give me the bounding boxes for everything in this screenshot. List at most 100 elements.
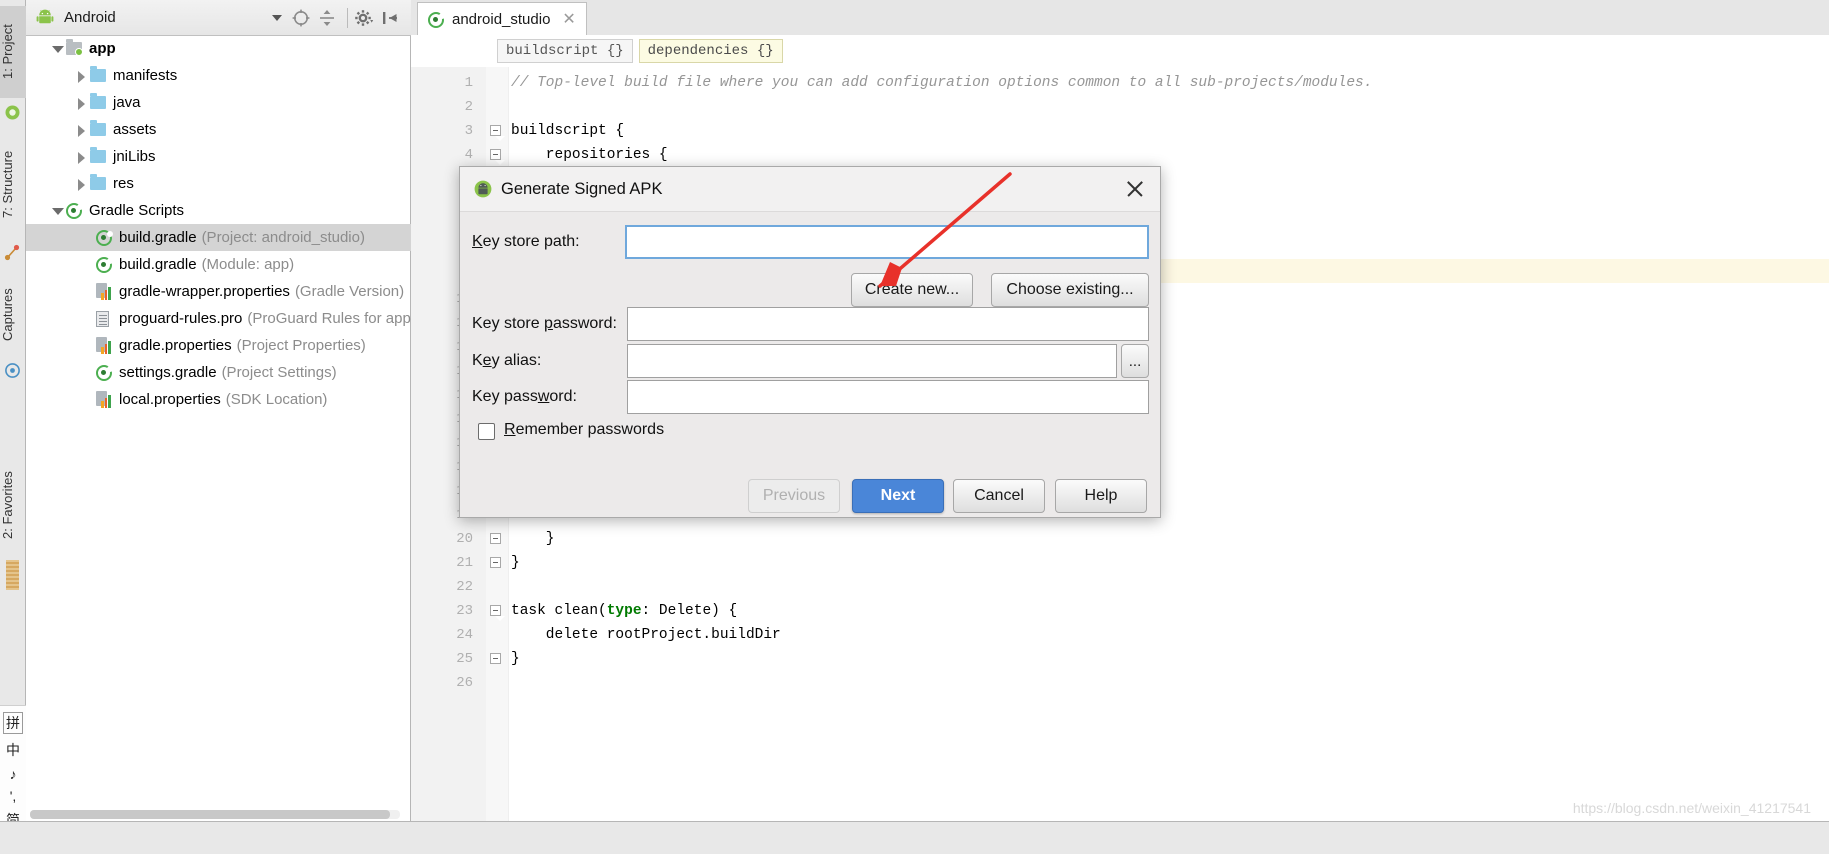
scrollbar-thumb[interactable] [30, 810, 390, 819]
tree-item-label: build.gradle [119, 229, 197, 246]
tree-item-label: settings.gradle [119, 364, 217, 381]
tree-item-gradle-scripts[interactable]: Gradle Scripts [26, 197, 411, 224]
chevron-right-icon[interactable] [74, 177, 88, 191]
captures-icon [4, 362, 21, 379]
line-number: 26 [456, 675, 473, 691]
chevron-down-icon[interactable] [50, 204, 64, 218]
chevron-right-icon[interactable] [74, 123, 88, 137]
code-line-4: repositories { [511, 147, 668, 163]
line-number: 21 [456, 555, 473, 571]
editor-tab-label: android_studio [452, 11, 551, 28]
code-line-3: buildscript { [511, 123, 625, 139]
cancel-button[interactable]: Cancel [953, 479, 1045, 513]
document-icon [96, 310, 113, 327]
previous-button[interactable]: Previous [748, 479, 840, 513]
key-alias-input[interactable] [627, 344, 1117, 378]
bottom-status-strip [0, 821, 1829, 854]
fold-marker[interactable] [490, 149, 505, 165]
ime-item-0[interactable]: 拼 [3, 712, 23, 734]
tree-item-settings-gradle[interactable]: settings.gradle (Project Settings) [26, 359, 411, 386]
tree-item-label: gradle-wrapper.properties [119, 283, 290, 300]
tree-item-hint: (ProGuard Rules for app) [247, 310, 411, 327]
chevron-right-icon[interactable] [74, 150, 88, 164]
project-tree[interactable]: app manifests java assets jniLibs res Gr… [26, 35, 411, 806]
properties-icon [96, 337, 113, 354]
code-line-1: // Top-level build file where you can ad… [511, 75, 1373, 91]
fold-marker[interactable] [490, 605, 505, 621]
gradle-icon [96, 364, 113, 381]
create-new-button[interactable]: Create new... [851, 273, 973, 307]
chevron-right-icon[interactable] [74, 69, 88, 83]
target-locate-icon[interactable] [290, 7, 312, 29]
key-alias-browse-button[interactable]: ... [1121, 344, 1149, 378]
key-password-input[interactable] [627, 380, 1149, 414]
close-icon[interactable]: ✕ [562, 11, 575, 28]
line-number: 20 [456, 531, 473, 547]
dialog-title: Generate Signed APK [501, 179, 663, 198]
editor-tab-android-studio[interactable]: android_studio ✕ [417, 2, 587, 36]
tree-item-build-gradle-project[interactable]: build.gradle (Project: android_studio) [26, 224, 411, 251]
tool-button-structure-label: 7: Structure [0, 150, 15, 218]
key-password-label: Key password: [472, 388, 577, 405]
ime-item-1[interactable]: 中 [6, 740, 20, 760]
tool-button-project[interactable]: 1: Project [0, 6, 26, 98]
fold-marker[interactable] [490, 653, 501, 664]
gear-icon[interactable] [353, 7, 375, 29]
generate-signed-apk-dialog: Generate Signed APK Key store path: Crea… [459, 166, 1161, 518]
hide-panel-icon[interactable] [379, 7, 401, 29]
tool-button-favorites[interactable]: 2: Favorites [0, 455, 26, 555]
key-store-path-input[interactable] [625, 225, 1149, 259]
tree-item-label: assets [113, 121, 157, 138]
tool-button-structure[interactable]: 7: Structure [0, 130, 26, 238]
choose-existing-button[interactable]: Choose existing... [991, 273, 1149, 307]
dialog-title-bar: Generate Signed APK [460, 167, 1160, 212]
collapse-all-icon[interactable] [316, 7, 338, 29]
chevron-down-icon[interactable] [50, 42, 64, 56]
tool-button-captures[interactable]: Captures [0, 272, 26, 358]
close-icon[interactable] [1124, 178, 1146, 200]
breadcrumb-item-buildscript[interactable]: buildscript {} [497, 39, 633, 63]
tree-item-hint: (Project Properties) [236, 337, 366, 354]
line-number: 23 [456, 603, 473, 619]
tree-item-hint: (Gradle Version) [294, 283, 405, 300]
remember-passwords-checkbox[interactable] [478, 423, 495, 440]
tree-item-java[interactable]: java [26, 89, 411, 116]
chevron-down-icon[interactable] [272, 14, 282, 21]
android-studio-window: 1: Project 7: Structure Captures 2: Favo… [0, 0, 1829, 854]
tree-item-jnilibs[interactable]: jniLibs [26, 143, 411, 170]
tool-button-project-label: 1: Project [0, 24, 15, 80]
tree-item-manifests[interactable]: manifests [26, 62, 411, 89]
ime-item-2[interactable]: ♪ [10, 766, 17, 782]
chevron-right-icon[interactable] [74, 96, 88, 110]
breadcrumb-item-dependencies[interactable]: dependencies {} [638, 39, 783, 63]
line-number: 22 [456, 579, 473, 595]
gradle-icon [428, 11, 445, 28]
tree-item-gradle-properties[interactable]: gradle.properties (Project Properties) [26, 332, 411, 359]
properties-icon [96, 391, 113, 408]
remember-passwords-label[interactable]: Remember passwords [504, 421, 664, 439]
help-button[interactable]: Help [1055, 479, 1147, 513]
tree-item-label: res [113, 175, 134, 192]
tree-item-res[interactable]: res [26, 170, 411, 197]
tree-item-label: Gradle Scripts [89, 202, 185, 219]
folder-module-icon [66, 39, 83, 57]
fold-marker[interactable] [490, 125, 505, 141]
ime-item-3[interactable]: ', [10, 788, 17, 804]
tree-item-label: manifests [113, 67, 178, 84]
code-line-21: } [511, 555, 520, 571]
tree-item-assets[interactable]: assets [26, 116, 411, 143]
tree-item-gradle-wrapper-properties[interactable]: gradle-wrapper.properties (Gradle Versio… [26, 278, 411, 305]
tree-item-label: gradle.properties [119, 337, 232, 354]
project-panel-hscrollbar[interactable] [30, 810, 400, 819]
fold-marker[interactable] [490, 557, 501, 568]
fold-marker[interactable] [490, 533, 501, 544]
tree-item-proguard-rules[interactable]: proguard-rules.pro (ProGuard Rules for a… [26, 305, 411, 332]
key-store-password-input[interactable] [627, 307, 1149, 341]
tree-item-local-properties[interactable]: local.properties (SDK Location) [26, 386, 411, 413]
code-line-23: task clean(type: Delete) { [511, 603, 738, 619]
line-number: 2 [464, 99, 473, 115]
tree-item-label: java [113, 94, 141, 111]
tree-item-build-gradle-module[interactable]: build.gradle (Module: app) [26, 251, 411, 278]
tree-item-app[interactable]: app [26, 35, 411, 62]
next-button[interactable]: Next [852, 479, 944, 513]
